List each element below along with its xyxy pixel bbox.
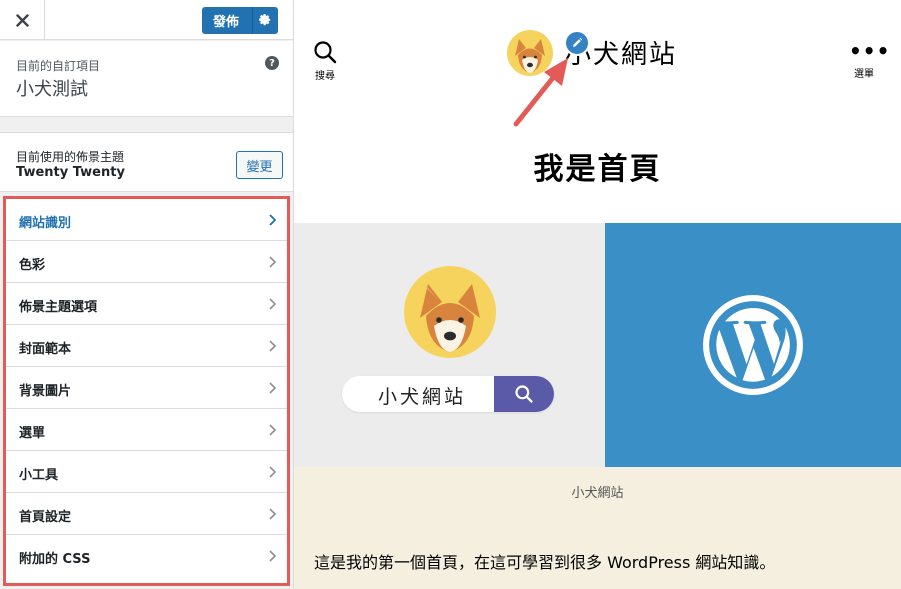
publish-button-group: 發佈 [202, 7, 278, 34]
customizing-label: 目前的自訂項目 [16, 59, 101, 73]
panel-widgets[interactable]: 小工具 [6, 451, 287, 493]
customizer-panel-list: 網站識別 色彩 佈景主題選項 封面範本 背景圖片 選單 小工具 首頁設定 附加的… [3, 196, 290, 586]
panel-site-identity[interactable]: 網站識別 [6, 199, 287, 241]
dog-logo-image [404, 266, 496, 358]
chevron-right-icon [269, 340, 277, 352]
close-customizer-button[interactable] [0, 0, 45, 40]
panel-label: 網站識別 [19, 216, 72, 231]
caption-band: 小犬網站 這是我的第一個首頁，在這可學習到很多 WordPress 網站知識。 [294, 467, 901, 589]
close-icon [15, 13, 29, 27]
panel-colors[interactable]: 色彩 [6, 241, 287, 283]
panel-label: 附加的 CSS [19, 552, 91, 567]
publish-button[interactable]: 發佈 [202, 11, 252, 30]
annotation-arrow [513, 58, 568, 127]
active-theme-name: Twenty Twenty [16, 165, 125, 180]
customizing-info: 目前的自訂項目 小犬測試 ? [0, 41, 293, 117]
customizing-site-title: 小犬測試 [16, 79, 88, 100]
chevron-right-icon [269, 424, 277, 436]
panel-cover-template[interactable]: 封面範本 [6, 325, 287, 367]
gear-icon [259, 14, 271, 26]
cover-image-left: 小犬網站 [294, 223, 605, 467]
active-theme-panel: 目前使用的佈景主題 Twenty Twenty 變更 [0, 132, 293, 192]
help-icon[interactable]: ? [265, 56, 279, 70]
panel-theme-options[interactable]: 佈景主題選項 [6, 283, 287, 325]
menu-toggle-label: 選單 [854, 69, 874, 80]
publish-settings-button[interactable] [252, 7, 278, 34]
panel-label: 首頁設定 [19, 510, 72, 525]
customizer-sidebar: 發佈 目前的自訂項目 小犬測試 ? 目前使用的佈景主題 Twenty Twent… [0, 0, 294, 589]
panel-label: 選單 [19, 426, 46, 441]
cover-search-pill: 小犬網站 [342, 376, 554, 412]
page-body-text: 這是我的第一個首頁，在這可學習到很多 WordPress 網站知識。 [314, 553, 776, 572]
chevron-right-icon [269, 550, 277, 562]
panel-label: 色彩 [19, 258, 46, 273]
site-preview: 搜尋 小犬網站 ••• 選單 我是首頁 小犬網站 小犬網站 這是我的第一個首頁，… [294, 0, 901, 589]
cover-image-right [605, 223, 901, 467]
search-toggle[interactable]: 搜尋 [312, 40, 338, 82]
chevron-right-icon [269, 298, 277, 310]
panel-label: 背景圖片 [19, 384, 72, 399]
panel-menus[interactable]: 選單 [6, 409, 287, 451]
chevron-right-icon [269, 214, 277, 226]
panel-label: 小工具 [19, 468, 59, 483]
chevron-right-icon [269, 256, 277, 268]
panel-background-image[interactable]: 背景圖片 [6, 367, 287, 409]
cover-caption: 小犬網站 [571, 486, 624, 501]
pencil-icon [573, 37, 583, 47]
wordpress-logo [703, 295, 803, 395]
chevron-right-icon [269, 508, 277, 520]
chevron-right-icon [269, 382, 277, 394]
search-icon [314, 41, 337, 64]
cover-search-button [494, 376, 554, 412]
cover-search-text: 小犬網站 [378, 386, 467, 408]
menu-toggle[interactable]: ••• 選單 [849, 39, 891, 80]
page-title: 我是首頁 [533, 152, 662, 187]
sidebar-header: 發佈 [0, 0, 293, 40]
panel-additional-css[interactable]: 附加的 CSS [6, 535, 287, 577]
active-theme-label: 目前使用的佈景主題 [16, 150, 125, 164]
search-toggle-label: 搜尋 [315, 71, 335, 82]
chevron-right-icon [269, 466, 277, 478]
panel-label: 封面範本 [19, 342, 72, 357]
change-theme-button[interactable]: 變更 [236, 151, 283, 179]
ellipsis-icon: ••• [849, 39, 891, 63]
panel-label: 佈景主題選項 [19, 300, 98, 315]
search-icon [515, 385, 533, 403]
panel-homepage-settings[interactable]: 首頁設定 [6, 493, 287, 535]
